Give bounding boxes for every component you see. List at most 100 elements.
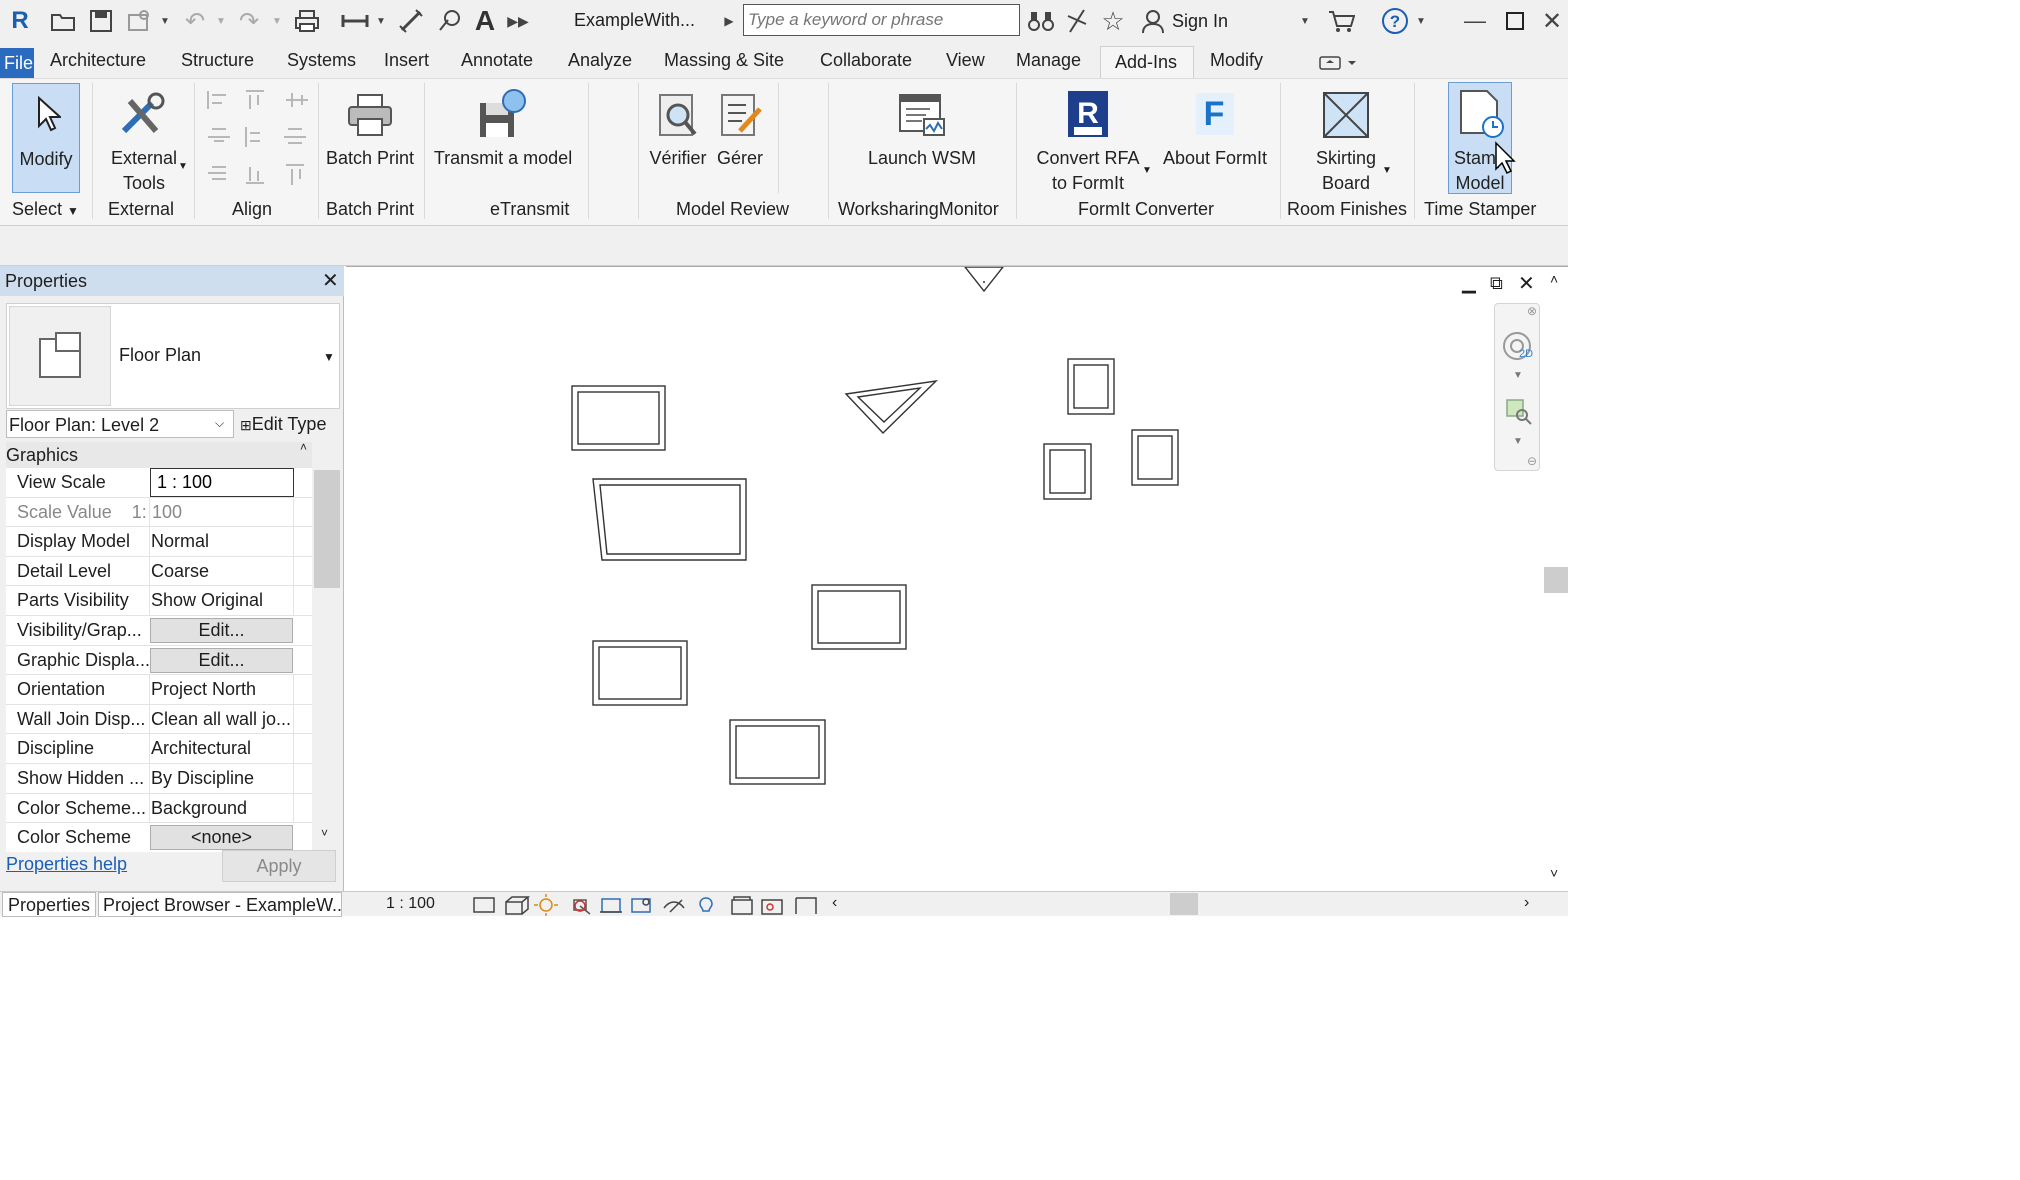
subscription-icon[interactable] xyxy=(1062,6,1092,36)
launch-wsm-button[interactable]: Launch WSM xyxy=(862,83,982,193)
canvas-vertical-scrollbar[interactable]: ˄ ˅ xyxy=(1544,267,1568,892)
aligned-dimension-icon[interactable] xyxy=(396,6,426,36)
instance-selector[interactable]: Floor Plan: Level 2 ⌵ xyxy=(6,410,234,438)
verifier-button[interactable]: Vérifier xyxy=(648,83,708,193)
sync-icon[interactable] xyxy=(124,6,154,36)
minimize-window-icon[interactable]: — xyxy=(1460,6,1490,36)
2d-wheel-icon[interactable]: 2D xyxy=(1499,328,1537,366)
property-row[interactable]: Display Model Normal xyxy=(6,527,312,557)
horizontal-scrollbar-thumb[interactable] xyxy=(1170,893,1198,915)
close-nav-icon[interactable]: ⊗ xyxy=(1527,304,1537,318)
scroll-left-icon[interactable]: ‹ xyxy=(832,894,837,912)
tab-manage[interactable]: Manage xyxy=(1016,50,1081,71)
chevron-down-icon[interactable]: ▼ xyxy=(1298,6,1312,36)
view-minimize-icon[interactable]: ▁ xyxy=(1462,273,1476,294)
save-icon[interactable] xyxy=(86,6,116,36)
zoom-region-icon[interactable] xyxy=(1503,396,1533,426)
scroll-down-icon[interactable]: ˅ xyxy=(321,826,328,840)
scroll-down-icon[interactable]: ˅ xyxy=(1550,865,1558,881)
scroll-up-icon[interactable]: ˄ xyxy=(1550,271,1558,287)
chevron-down-icon[interactable]: ▼ xyxy=(323,350,335,364)
view-scale-input[interactable] xyxy=(150,468,294,497)
panel-select-label[interactable]: Select ▼ xyxy=(12,199,79,220)
chevron-down-icon[interactable]: ▼ xyxy=(1414,6,1428,36)
type-selector[interactable]: Floor Plan ▼ xyxy=(6,303,340,409)
edit-type-icon: ⊞ xyxy=(240,417,252,433)
gerer-button[interactable]: Gérer xyxy=(712,83,768,193)
view-restore-icon[interactable]: ⧉ xyxy=(1490,273,1503,294)
skirting-board-button[interactable]: Skirting Board ▼ xyxy=(1300,83,1396,193)
scrollbar-thumb[interactable] xyxy=(1544,567,1568,593)
graphic-display-edit-button[interactable]: Edit... xyxy=(150,647,293,673)
tab-architecture[interactable]: Architecture xyxy=(50,50,146,71)
tab-collaborate[interactable]: Collaborate xyxy=(820,50,912,71)
cart-icon[interactable] xyxy=(1326,6,1356,36)
favorites-star-icon[interactable]: ☆ xyxy=(1098,6,1128,36)
group-graphics-header[interactable]: Graphics ˄ xyxy=(6,440,312,468)
close-window-icon[interactable]: ✕ xyxy=(1540,6,1564,36)
property-row[interactable]: Discipline Architectural xyxy=(6,734,312,764)
tab-add-ins[interactable]: Add-Ins xyxy=(1100,46,1194,79)
property-row[interactable]: Parts Visibility Show Original xyxy=(6,586,312,616)
color-scheme-button[interactable]: <none> xyxy=(150,825,293,851)
chevron-down-icon[interactable]: ▼ xyxy=(214,6,228,36)
search-input[interactable] xyxy=(743,4,1020,36)
scrollbar-thumb[interactable] xyxy=(314,470,340,588)
measure-icon[interactable] xyxy=(340,6,370,36)
chevron-down-icon[interactable]: ▼ xyxy=(374,6,388,36)
tab-insert[interactable]: Insert xyxy=(384,50,429,71)
chevron-down-icon[interactable]: ▼ xyxy=(270,6,284,36)
tab-analyze[interactable]: Analyze xyxy=(568,50,632,71)
property-row[interactable]: Wall Join Disp... Clean all wall jo... xyxy=(6,704,312,735)
tab-structure[interactable]: Structure xyxy=(181,50,254,71)
property-row[interactable]: Show Hidden ... By Discipline xyxy=(6,764,312,794)
nav-options-icon[interactable]: ⊖ xyxy=(1527,454,1537,468)
tab-systems[interactable]: Systems xyxy=(287,50,356,71)
tab-massing-site[interactable]: Massing & Site xyxy=(664,50,784,71)
property-row[interactable]: Orientation Project North xyxy=(6,675,312,705)
print-icon[interactable] xyxy=(292,6,322,36)
property-row[interactable]: Detail Level Coarse xyxy=(6,556,312,587)
more-tools-icon[interactable]: ▶▶ xyxy=(507,6,529,36)
tab-file[interactable]: File xyxy=(0,48,34,78)
binoculars-icon[interactable] xyxy=(1026,6,1056,36)
modify-button[interactable]: Modify xyxy=(12,83,80,193)
stamp-model-button[interactable]: Stamp Model xyxy=(1448,82,1512,194)
view-close-icon[interactable]: ✕ xyxy=(1518,271,1535,296)
properties-scrollbar[interactable]: ˄ ˅ xyxy=(314,468,340,852)
sign-in-link[interactable]: Sign In xyxy=(1172,11,1228,32)
text-icon[interactable]: A xyxy=(470,5,500,36)
undo-icon[interactable]: ↶ xyxy=(180,6,210,36)
batch-print-button[interactable]: Batch Print xyxy=(322,83,418,193)
edit-type-button[interactable]: ⊞Edit Type xyxy=(240,414,326,435)
redo-icon[interactable]: ↷ xyxy=(234,6,264,36)
chevron-down-icon[interactable]: ▼ xyxy=(158,6,172,36)
close-icon[interactable]: ✕ xyxy=(322,268,339,293)
drawing-area[interactable]: ▁ ⧉ ✕ ⊗ 2D ▼ ▼ ⊖ ˄ ˅ xyxy=(346,266,1568,892)
tab-annotate[interactable]: Annotate xyxy=(461,50,533,71)
maximize-window-icon[interactable] xyxy=(1500,6,1530,36)
property-row[interactable]: Color Scheme... Background xyxy=(6,793,312,824)
view-scale-control[interactable]: 1 : 100 xyxy=(386,895,435,913)
chevron-down-icon[interactable]: ▼ xyxy=(1513,436,1523,447)
tag-icon[interactable] xyxy=(434,6,464,36)
external-tools-button[interactable]: External Tools ▼ xyxy=(100,83,190,193)
tab-modify[interactable]: Modify xyxy=(1210,50,1263,71)
scroll-right-icon[interactable]: › xyxy=(1524,894,1529,912)
tab-view[interactable]: View xyxy=(946,50,985,71)
chevron-down-icon[interactable]: ▼ xyxy=(1513,370,1523,381)
apply-button[interactable]: Apply xyxy=(222,850,336,882)
revit-logo-icon[interactable]: R xyxy=(6,6,34,36)
tab-project-browser[interactable]: Project Browser - ExampleW... xyxy=(98,892,342,917)
help-icon[interactable]: ? xyxy=(1380,6,1410,36)
ribbon-display-options-icon[interactable] xyxy=(1318,54,1358,72)
title-arrow-icon[interactable]: ▶ xyxy=(722,6,736,36)
transmit-model-button[interactable]: Transmit a model xyxy=(428,83,578,193)
open-folder-icon[interactable] xyxy=(48,6,78,36)
visibility-graphics-edit-button[interactable]: Edit... xyxy=(150,618,293,643)
user-icon[interactable] xyxy=(1138,6,1168,36)
convert-rfa-button[interactable]: R Convert RFA to FormIt ▼ xyxy=(1028,83,1154,193)
about-formit-button[interactable]: F About FormIt xyxy=(1156,83,1274,193)
tab-properties-bottom[interactable]: Properties xyxy=(2,892,96,917)
properties-help-link[interactable]: Properties help xyxy=(6,854,127,875)
